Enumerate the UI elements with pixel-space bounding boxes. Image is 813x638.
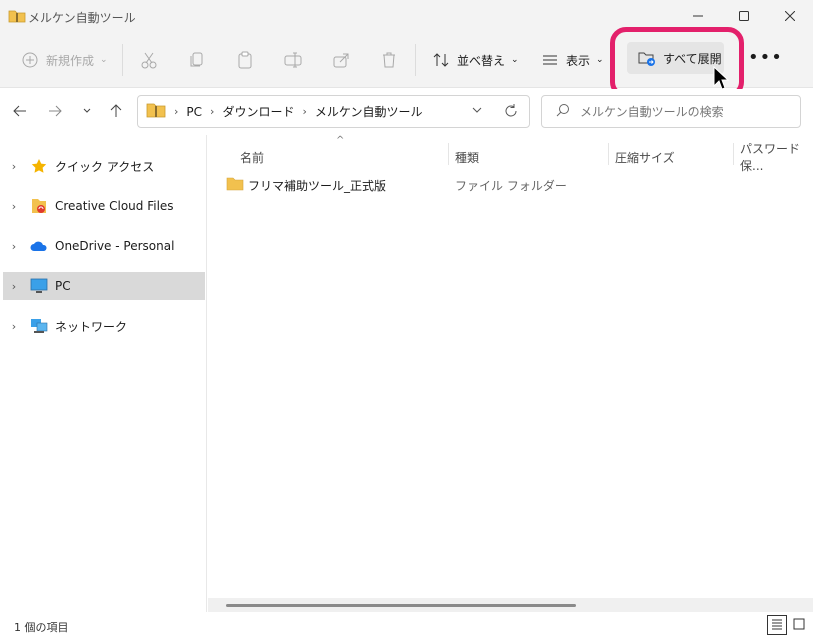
file-type: ファイル フォルダー: [455, 178, 567, 193]
view-button[interactable]: 表示 ⌄: [540, 44, 604, 76]
search-icon: [556, 103, 570, 120]
onedrive-cloud-icon: [29, 237, 49, 255]
sidebar-item-onedrive[interactable]: › OneDrive - Personal: [3, 232, 205, 260]
plus-circle-icon: [20, 50, 40, 70]
forward-button[interactable]: [45, 102, 65, 122]
address-dropdown-button[interactable]: [471, 104, 483, 119]
trash-icon: [379, 50, 399, 70]
details-list-icon: [771, 618, 783, 633]
status-bar: 1 個の項目: [0, 612, 813, 638]
chevron-right-icon[interactable]: ›: [3, 280, 25, 293]
sidebar-item-network[interactable]: › ネットワーク: [3, 312, 205, 340]
breadcrumb-item[interactable]: PC: [186, 105, 202, 119]
back-button[interactable]: [10, 102, 30, 122]
zip-folder-icon: [8, 9, 26, 23]
chevron-right-icon[interactable]: ›: [3, 240, 25, 253]
up-button[interactable]: [106, 102, 126, 122]
search-placeholder: メルケン自動ツールの検索: [580, 105, 724, 119]
sort-button[interactable]: 並べ替え ⌄: [431, 44, 519, 76]
square-icon: [793, 618, 805, 633]
sort-ascending-icon: ^: [336, 135, 345, 146]
chevron-down-icon: [82, 105, 92, 119]
chevron-right-icon: ›: [302, 105, 307, 118]
sidebar-item-creative-cloud[interactable]: › Creative Cloud Files: [3, 192, 205, 220]
address-bar[interactable]: › PC › ダウンロード › メルケン自動ツール: [137, 95, 530, 128]
column-divider[interactable]: [733, 143, 734, 165]
details-view-button[interactable]: [767, 615, 787, 635]
more-options-button[interactable]: •••: [748, 47, 783, 68]
column-header-password[interactable]: パスワード保...: [740, 142, 813, 173]
breadcrumb: › PC › ダウンロード › メルケン自動ツール: [138, 102, 423, 121]
folder-extract-icon: [637, 48, 657, 68]
delete-button[interactable]: [379, 44, 399, 76]
column-divider[interactable]: [448, 143, 449, 165]
chevron-down-icon: ⌄: [511, 55, 519, 65]
column-divider[interactable]: [608, 143, 609, 165]
scissors-icon: [139, 50, 159, 70]
column-header-type[interactable]: 種類: [455, 145, 479, 169]
arrow-right-icon: [48, 104, 62, 121]
rename-icon: [283, 50, 303, 70]
horizontal-scrollbar[interactable]: [208, 598, 813, 612]
chevron-right-icon[interactable]: ›: [3, 320, 25, 333]
window-title: メルケン自動ツール: [28, 11, 136, 25]
scrollbar-thumb[interactable]: [226, 604, 576, 607]
item-count: 1 個の項目: [14, 621, 69, 634]
search-input[interactable]: メルケン自動ツールの検索: [541, 95, 801, 128]
paste-button[interactable]: [235, 44, 255, 76]
toolbar-divider: [122, 44, 123, 76]
column-header-compressed-size[interactable]: 圧縮サイズ: [615, 145, 675, 169]
clipboard-icon: [235, 50, 255, 70]
file-list: ^ 名前 種類 圧縮サイズ パスワード保... フリマ補助ツール_正式版 ファイ…: [208, 135, 813, 612]
chevron-right-icon: ›: [174, 105, 179, 118]
pc-monitor-icon: [29, 277, 49, 295]
copy-button[interactable]: [187, 44, 207, 76]
sort-arrows-icon: [431, 50, 451, 70]
chevron-right-icon: ›: [210, 105, 215, 118]
sidebar-item-quick-access[interactable]: › クイック アクセス: [3, 152, 205, 180]
table-row[interactable]: フリマ補助ツール_正式版 ファイル フォルダー: [226, 173, 786, 197]
rename-button[interactable]: [283, 44, 303, 76]
chevron-down-icon: ⌄: [100, 55, 108, 65]
zip-folder-icon: [146, 102, 166, 121]
close-button[interactable]: [767, 0, 813, 32]
recent-locations-button[interactable]: [77, 102, 97, 122]
new-button[interactable]: 新規作成 ⌄: [20, 44, 108, 76]
navigation-pane: › クイック アクセス › Creative Cloud Files › One…: [0, 135, 207, 612]
chevron-right-icon[interactable]: ›: [3, 160, 25, 173]
large-icons-view-button[interactable]: [789, 615, 809, 635]
extract-all-button[interactable]: すべて展開: [627, 42, 724, 74]
copy-icon: [187, 50, 207, 70]
network-icon: [29, 317, 49, 335]
chevron-right-icon[interactable]: ›: [3, 200, 25, 213]
chevron-down-icon: ⌄: [596, 55, 604, 65]
sidebar-item-pc[interactable]: › PC: [3, 272, 205, 300]
breadcrumb-item[interactable]: ダウンロード: [222, 103, 294, 120]
arrow-left-icon: [13, 104, 27, 121]
share-icon: [331, 50, 351, 70]
arrow-up-icon: [109, 103, 123, 121]
column-header-name[interactable]: 名前: [240, 145, 264, 169]
refresh-button[interactable]: [503, 103, 519, 122]
file-name: フリマ補助ツール_正式版: [248, 178, 387, 193]
star-icon: [29, 157, 49, 175]
toolbar-divider: [415, 44, 416, 76]
more-dots-icon: •••: [748, 47, 783, 68]
folder-icon: [226, 177, 244, 194]
creative-cloud-icon: [29, 197, 49, 215]
cut-button[interactable]: [139, 44, 159, 76]
share-button[interactable]: [331, 44, 351, 76]
breadcrumb-item[interactable]: メルケン自動ツール: [315, 103, 423, 120]
list-lines-icon: [540, 50, 560, 70]
